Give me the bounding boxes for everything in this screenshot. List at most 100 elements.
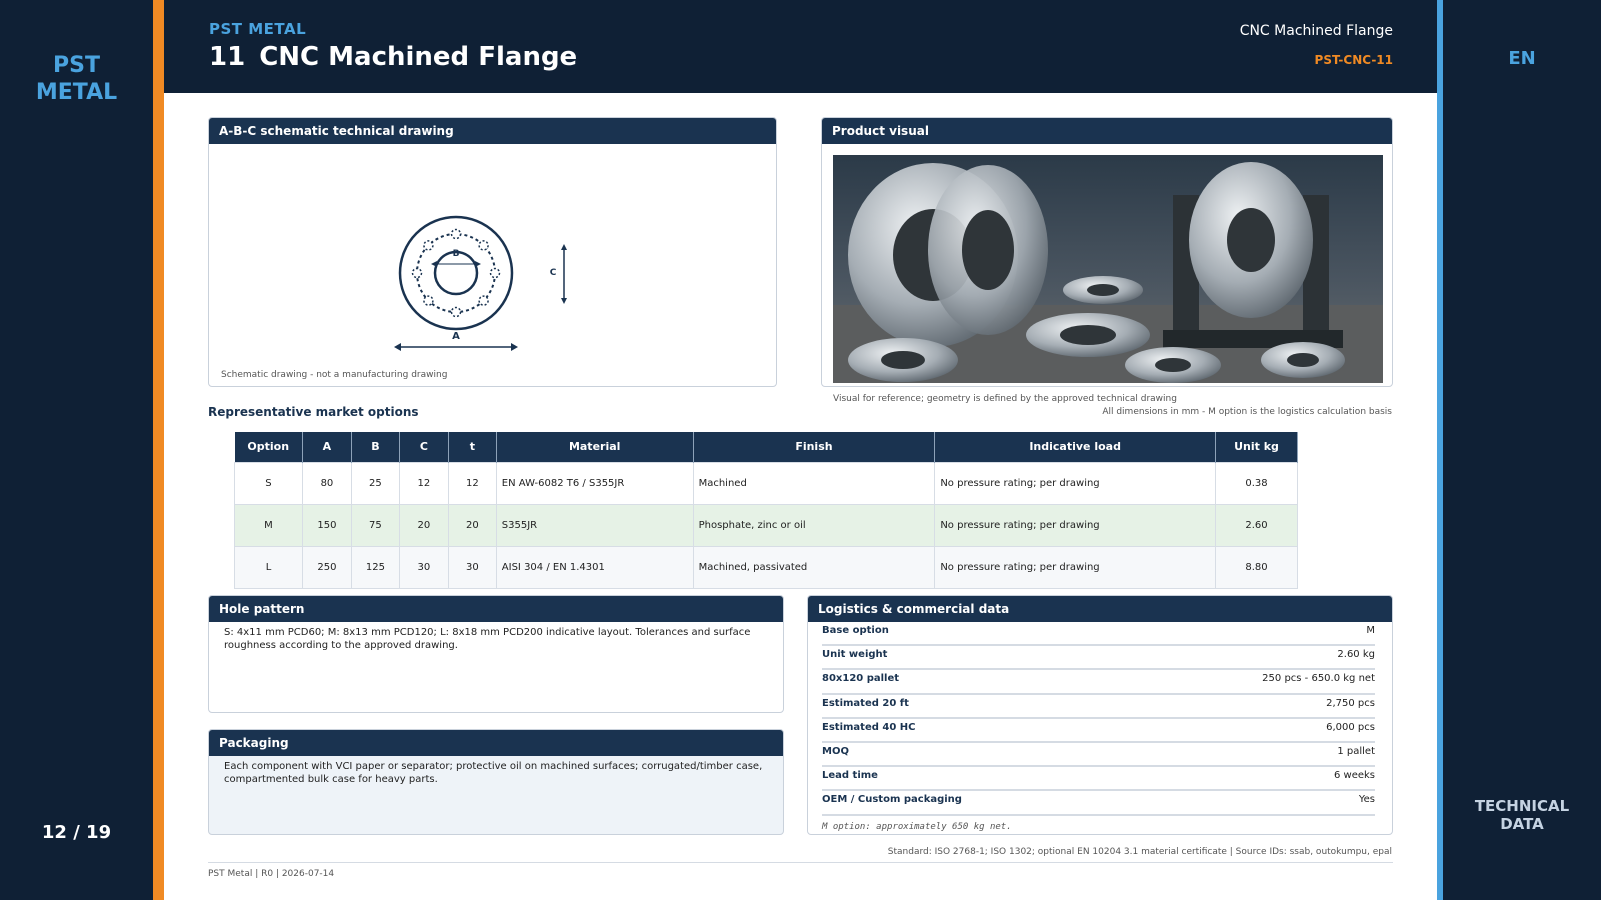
bolt-hole bbox=[478, 240, 489, 251]
table-row: S 80 25 12 12 EN AW-6082 T6 / S355JR Mac… bbox=[234, 461, 1299, 505]
logistics-value: Yes bbox=[1358, 794, 1375, 806]
product-visual-panel: Product visual bbox=[821, 117, 1393, 387]
bolt-hole bbox=[411, 267, 423, 279]
market-options-table: Option A B C t Material Finish Indicativ… bbox=[234, 432, 1299, 589]
dimension-a-arrow bbox=[511, 343, 518, 351]
logistics-key: OEM / Custom packaging bbox=[822, 794, 962, 806]
header-product-name: CNC Machined Flange bbox=[1239, 23, 1393, 39]
logistics-row: Lead time 6 weeks bbox=[822, 767, 1375, 792]
brand-logo-text: PST METAL bbox=[0, 52, 153, 106]
dimension-a-label: A bbox=[452, 331, 460, 342]
product-code: PST-CNC-11 bbox=[1314, 53, 1393, 67]
table-row: L 250 125 30 30 AISI 304 / EN 1.4301 Mac… bbox=[234, 545, 1299, 589]
logistics-note: M option: approximately 650 kg net. bbox=[822, 821, 1012, 832]
logistics-value: 2,750 pcs bbox=[1326, 697, 1375, 709]
product-number: 11 bbox=[209, 42, 246, 72]
column-header: Finish bbox=[693, 432, 936, 462]
logistics-value: M bbox=[1366, 625, 1375, 636]
drawing-panel: A-B-C schematic technical drawing B A C … bbox=[208, 117, 777, 387]
table-cell: 75 bbox=[350, 503, 400, 547]
packaging-text: Each component with VCI paper or separat… bbox=[224, 761, 763, 785]
packaging-panel: Packaging Each component with VCI paper … bbox=[208, 729, 784, 835]
table-cell: 12 bbox=[447, 461, 497, 505]
logistics-key: Lead time bbox=[822, 770, 878, 782]
table-cell: Machined, passivated bbox=[692, 545, 936, 589]
table-cell: 2.60 bbox=[1214, 503, 1299, 547]
table-cell: 25 bbox=[350, 461, 400, 505]
dimensions-note: All dimensions in mm - M option is the l… bbox=[1102, 407, 1392, 417]
section-line-2: DATA bbox=[1500, 815, 1544, 833]
table-cell: No pressure rating; per drawing bbox=[934, 503, 1216, 547]
right-rail bbox=[1443, 0, 1601, 900]
page-title: 11 CNC Machined Flange bbox=[209, 42, 577, 72]
footer-text: PST Metal | R0 | 2026-07-14 bbox=[208, 869, 335, 879]
table-row: M 150 75 20 20 S355JR Phosphate, zinc or… bbox=[234, 503, 1299, 547]
table-cell: Phosphate, zinc or oil bbox=[692, 503, 936, 547]
table-cell: S355JR bbox=[495, 503, 694, 547]
column-header: t bbox=[448, 432, 497, 462]
logistics-row: Base option M bbox=[822, 622, 1375, 647]
table-cell: EN AW-6082 T6 / S355JR bbox=[495, 461, 694, 505]
bolt-hole bbox=[450, 306, 462, 318]
product-visual-title: Product visual bbox=[822, 118, 1392, 144]
table-cell: 0.38 bbox=[1214, 461, 1299, 505]
dimension-c-arrow bbox=[561, 298, 567, 304]
column-header: B bbox=[351, 432, 400, 462]
table-cell: Machined bbox=[692, 461, 936, 505]
logistics-row: MOQ 1 pallet bbox=[822, 743, 1375, 768]
page-number: 12 / 19 bbox=[41, 822, 112, 843]
bolt-hole bbox=[450, 228, 462, 240]
bolt-hole bbox=[423, 295, 434, 306]
table-cell: No pressure rating; per drawing bbox=[934, 545, 1216, 589]
bolt-hole bbox=[489, 267, 501, 279]
accent-bar-orange bbox=[153, 0, 164, 900]
drawing-note: Schematic drawing - not a manufacturing … bbox=[221, 370, 448, 380]
logistics-key: MOQ bbox=[822, 745, 849, 757]
table-cell: 80 bbox=[301, 461, 352, 505]
options-title: Representative market options bbox=[208, 405, 419, 419]
content-area: A-B-C schematic technical drawing B A C … bbox=[164, 93, 1437, 900]
product-photo bbox=[833, 155, 1383, 383]
bolt-hole bbox=[478, 295, 489, 306]
header-kicker: PST METAL bbox=[209, 20, 307, 38]
column-header: C bbox=[399, 432, 449, 462]
footer-divider bbox=[208, 862, 1393, 863]
brand-line-1: PST bbox=[53, 53, 100, 78]
table-cell: 30 bbox=[447, 545, 497, 589]
logistics-row: Unit weight 2.60 kg bbox=[822, 646, 1375, 671]
logistics-value: 1 pallet bbox=[1337, 745, 1375, 757]
table-cell: 8.80 bbox=[1214, 545, 1299, 589]
table-cell: 20 bbox=[447, 503, 497, 547]
logistics-value: 250 pcs - 650.0 kg net bbox=[1262, 673, 1375, 685]
hole-pattern-text: S: 4x11 mm PCD60; M: 8x13 mm PCD120; L: … bbox=[224, 627, 751, 651]
section-tag: TECHNICAL DATA bbox=[1443, 797, 1601, 833]
table-cell: No pressure rating; per drawing bbox=[934, 461, 1216, 505]
logistics-title: Logistics & commercial data bbox=[808, 596, 1392, 622]
logistics-value: 2.60 kg bbox=[1337, 649, 1375, 661]
hole-pattern-panel: Hole pattern S: 4x11 mm PCD60; M: 8x13 m… bbox=[208, 595, 784, 713]
logistics-row: Estimated 40 HC 6,000 pcs bbox=[822, 719, 1375, 743]
logistics-key: Unit weight bbox=[822, 649, 888, 661]
table-cell: S bbox=[234, 461, 303, 505]
table-cell: M bbox=[234, 503, 303, 547]
logistics-value: 6,000 pcs bbox=[1326, 721, 1375, 733]
language-label: EN bbox=[1508, 48, 1536, 69]
logistics-row: OEM / Custom packaging Yes bbox=[822, 791, 1375, 816]
logistics-row: Estimated 20 ft 2,750 pcs bbox=[822, 695, 1375, 719]
table-cell: 30 bbox=[398, 545, 449, 589]
logistics-row: 80x120 pallet 250 pcs - 650.0 kg net bbox=[822, 670, 1375, 695]
flange-schematic-drawing: B A C bbox=[394, 215, 567, 351]
logistics-key: Estimated 20 ft bbox=[822, 697, 909, 709]
standards-note: Standard: ISO 2768-1; ISO 1302; optional… bbox=[887, 847, 1392, 857]
packaging-title: Packaging bbox=[209, 730, 783, 756]
table-cell: 125 bbox=[350, 545, 400, 589]
visual-note: Visual for reference; geometry is define… bbox=[833, 394, 1177, 404]
page-header: PST METAL 11 CNC Machined Flange CNC Mach… bbox=[164, 0, 1437, 93]
product-title: CNC Machined Flange bbox=[259, 42, 578, 72]
table-cell: 150 bbox=[301, 503, 352, 547]
dimension-b-arrow bbox=[475, 261, 481, 267]
left-rail bbox=[0, 0, 153, 900]
dimension-c-label: C bbox=[550, 268, 557, 278]
drawing-panel-title: A-B-C schematic technical drawing bbox=[209, 118, 776, 144]
logistics-value: 6 weeks bbox=[1333, 770, 1375, 782]
